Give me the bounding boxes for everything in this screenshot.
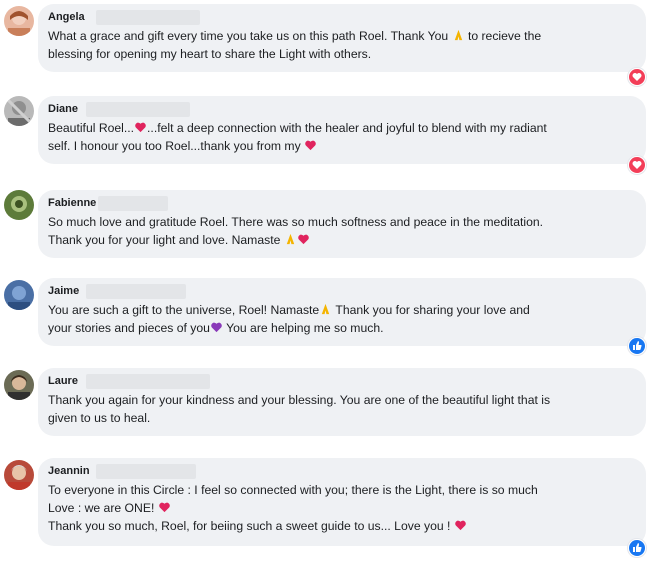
comment-bubble: Jaime You are such a gift to the univers… — [38, 278, 646, 346]
purple-heart-emoji-icon — [211, 322, 222, 333]
author-name[interactable]: Laure — [48, 375, 78, 387]
heart-emoji-icon — [305, 140, 316, 151]
comment-bubble: Fabienne So much love and gratitude Roel… — [38, 190, 646, 258]
avatar[interactable] — [4, 96, 34, 126]
avatar[interactable] — [4, 370, 34, 400]
redacted-name — [86, 374, 210, 389]
comment-text: Thank you again for your kindness and yo… — [48, 393, 551, 425]
heart-reaction-icon[interactable] — [628, 156, 646, 174]
comment-text: To everyone in this Circle : I feel so c… — [48, 483, 538, 533]
comment-text: So much love and gratitude Roel. There w… — [48, 215, 544, 247]
comment-bubble: Angela What a grace and gift every time … — [38, 4, 646, 72]
avatar[interactable] — [4, 6, 34, 36]
like-reaction-icon[interactable] — [628, 539, 646, 557]
prayer-emoji-icon — [286, 233, 294, 245]
heart-emoji-icon — [135, 122, 146, 133]
comment-text: What a grace and gift every time you tak… — [48, 29, 542, 61]
comment-bubble: Laure Thank you again for your kindness … — [38, 368, 646, 436]
redacted-name — [86, 284, 186, 299]
heart-emoji-icon — [158, 502, 170, 513]
author-name[interactable]: Diane — [48, 103, 78, 115]
like-reaction-icon[interactable] — [628, 337, 646, 355]
avatar[interactable] — [4, 280, 34, 310]
avatar[interactable] — [4, 460, 34, 490]
redacted-name — [98, 196, 168, 211]
heart-emoji-icon — [297, 234, 309, 245]
author-name[interactable]: Angela — [48, 11, 85, 23]
comment-bubble: Jeannin To everyone in this Circle : I f… — [38, 458, 646, 546]
redacted-name — [96, 10, 200, 25]
redacted-name — [96, 464, 196, 479]
prayer-emoji-icon — [454, 29, 462, 41]
author-name[interactable]: Jeannin — [48, 465, 90, 477]
redacted-name — [86, 102, 190, 117]
author-name[interactable]: Jaime — [48, 285, 79, 297]
prayer-emoji-icon — [322, 303, 330, 315]
comment-text: You are such a gift to the universe, Roe… — [48, 303, 530, 335]
comment-text: Beautiful Roel... ...felt a deep connecti… — [48, 121, 547, 153]
avatar[interactable] — [4, 190, 34, 220]
author-name[interactable]: Fabienne — [48, 197, 96, 209]
comment-bubble: Diane Beautiful Roel... ...felt a deep co… — [38, 96, 646, 164]
heart-reaction-icon[interactable] — [628, 68, 646, 86]
heart-emoji-icon — [455, 520, 466, 531]
